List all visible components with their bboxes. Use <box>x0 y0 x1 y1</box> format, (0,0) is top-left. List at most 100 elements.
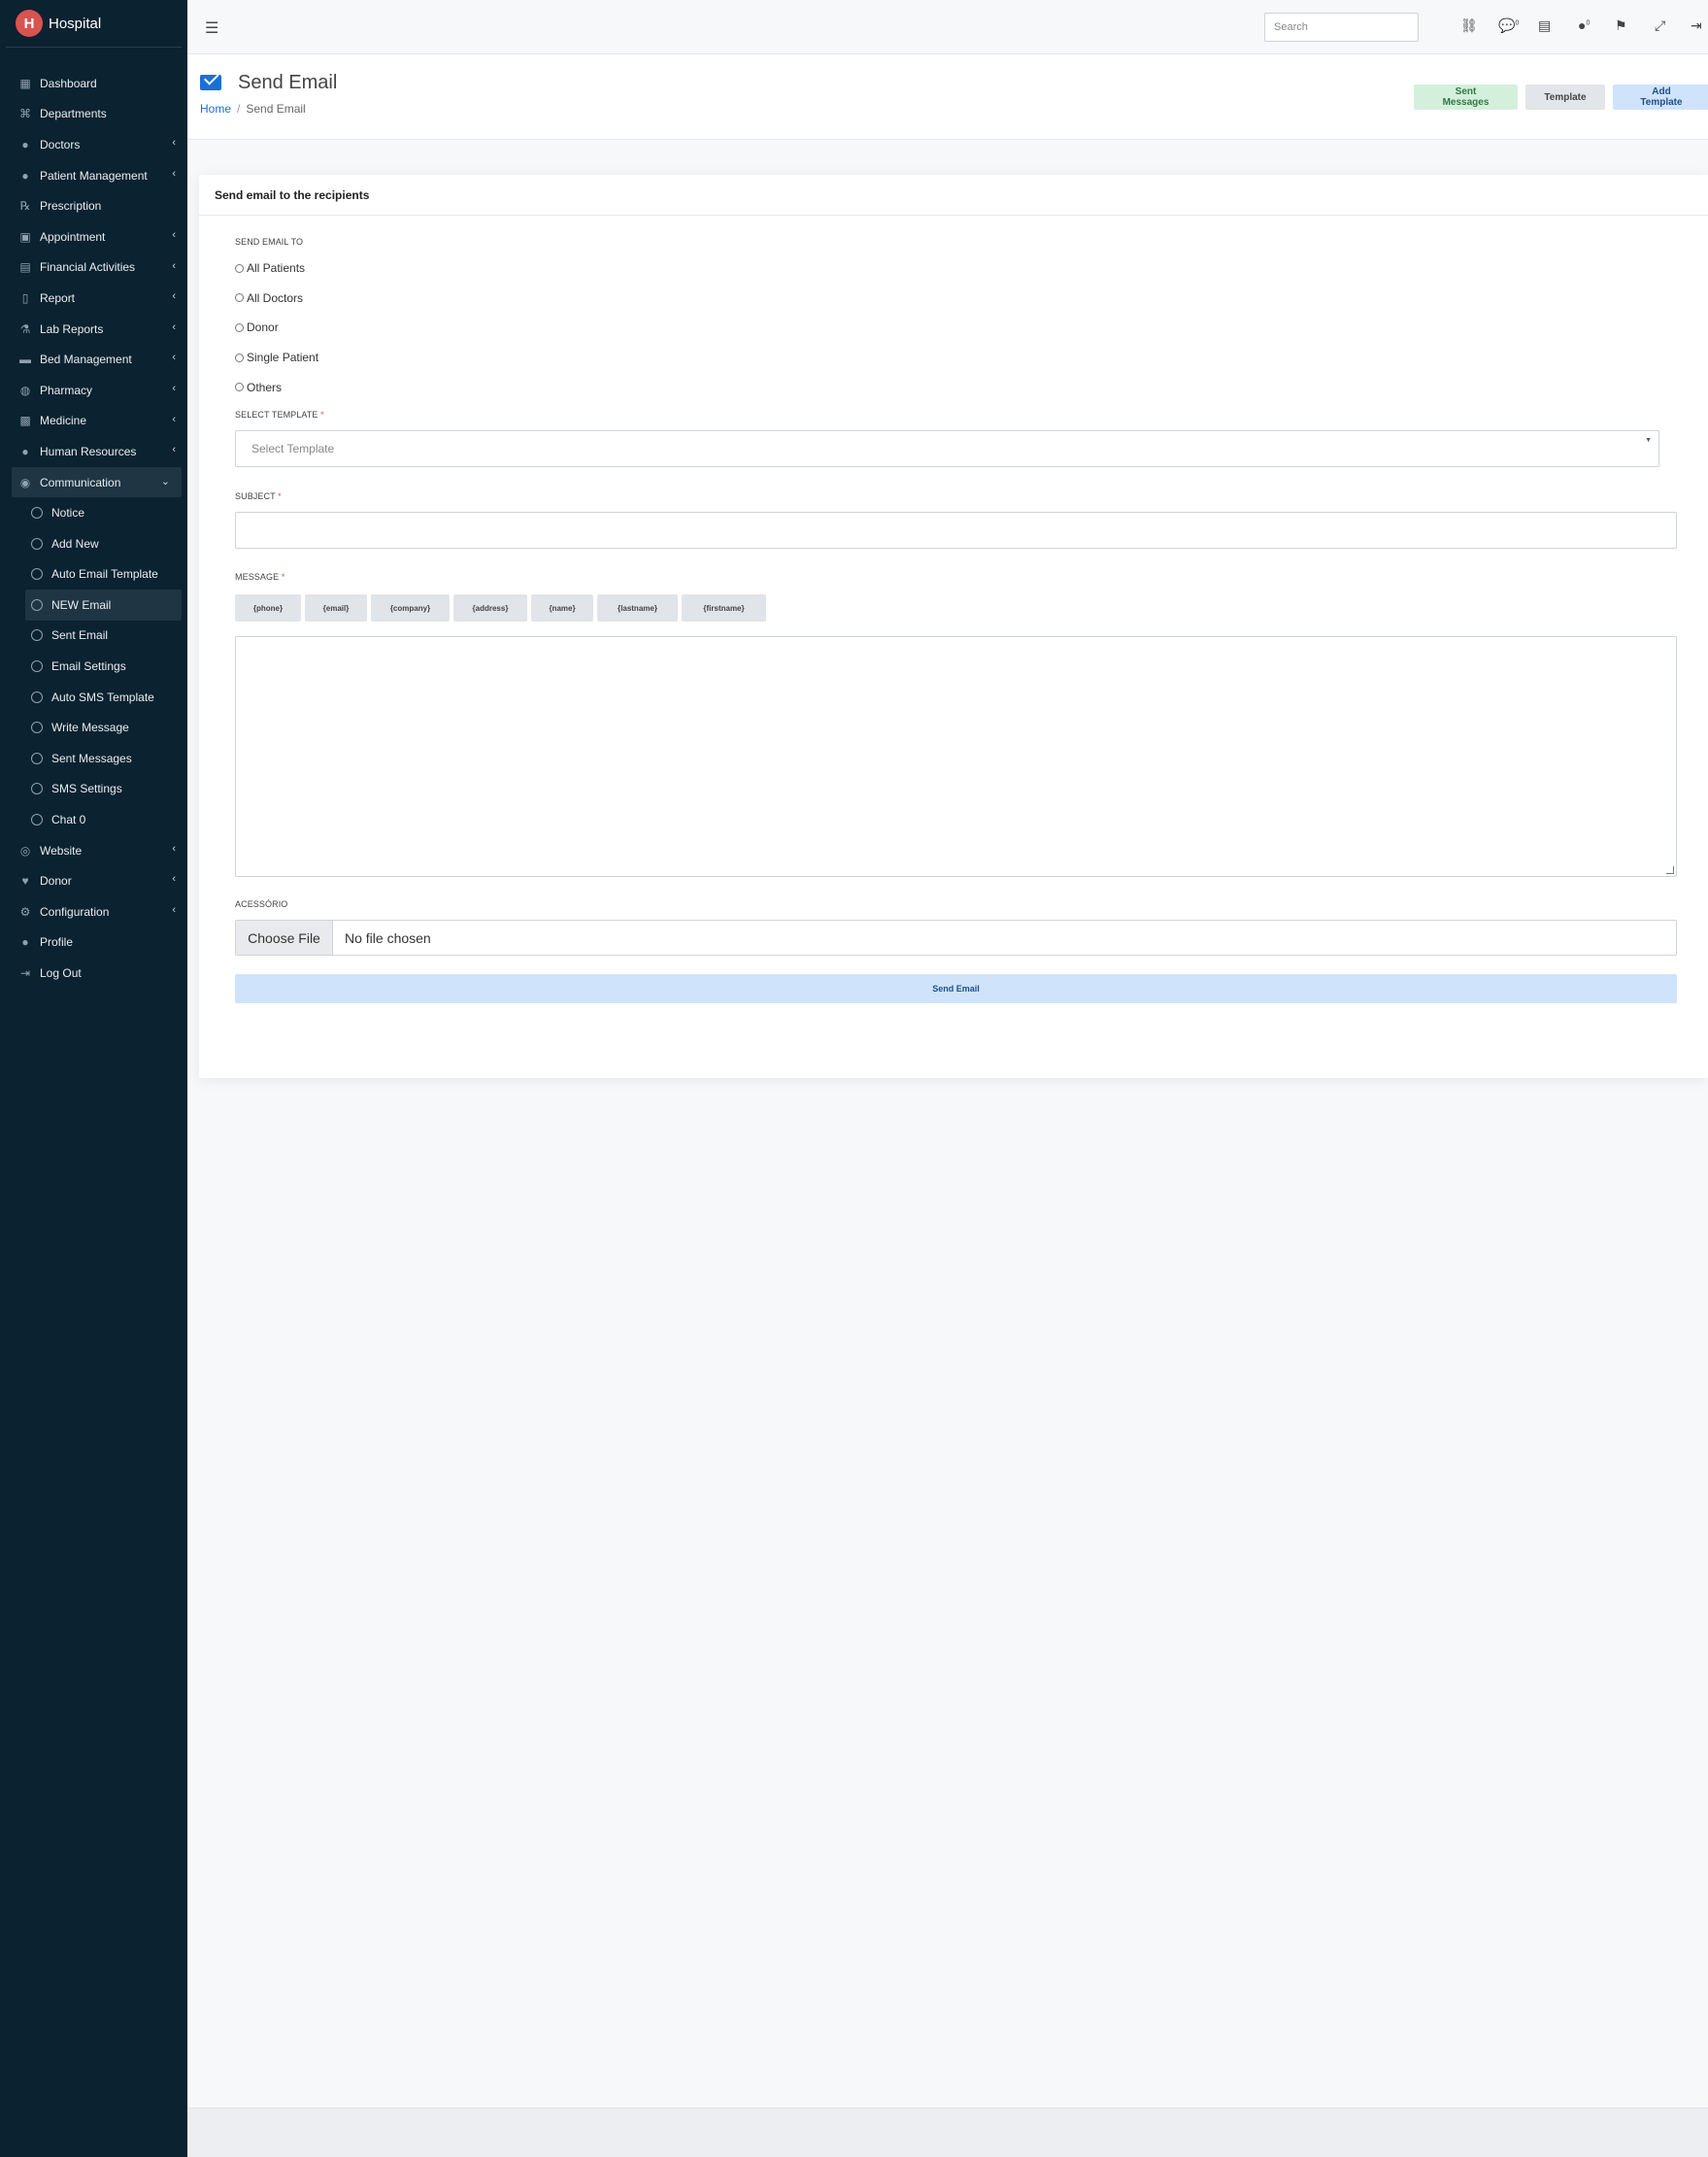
breadcrumb-home-link[interactable]: Home <box>200 102 231 116</box>
sidebar-item-doctors[interactable]: ● Doctors ‹ <box>0 129 187 160</box>
radio-button[interactable] <box>235 322 244 332</box>
placeholder-tag-button[interactable]: {phone} <box>235 594 301 622</box>
sidebar-subitem-add-new[interactable]: Add New <box>0 528 187 559</box>
sign-out-icon[interactable]: ⇥ <box>1691 17 1702 34</box>
circle-icon <box>31 568 43 581</box>
circle-icon <box>31 752 43 764</box>
sent-messages-button[interactable]: Sent Messages <box>1414 84 1518 110</box>
sidebar-item-donor[interactable]: ♥ Donor ‹ <box>0 865 187 896</box>
recipient-radio-others[interactable]: Others <box>235 381 282 394</box>
placeholder-tag-button[interactable]: {lastname} <box>597 594 678 622</box>
sidebar-item-patient-management[interactable]: ● Patient Management ‹ <box>0 160 187 191</box>
radio-button[interactable] <box>235 353 244 362</box>
sidebar-subitem-label: NEW Email <box>51 597 112 612</box>
breadcrumb-current: Send Email <box>246 102 306 116</box>
sidebar-subitem-notice[interactable]: Notice <box>0 497 187 528</box>
sidebar-item-label: Log Out <box>40 966 82 981</box>
sidebar-subitem-label: Notice <box>51 506 85 521</box>
radio-button[interactable] <box>235 383 244 392</box>
payment-icon[interactable]: ▤ <box>1538 17 1551 34</box>
placeholder-tag-button[interactable]: {firstname} <box>682 594 766 622</box>
radio-button[interactable] <box>235 293 244 303</box>
subject-label: SUBJECT * <box>235 491 282 501</box>
attachment-file-input[interactable]: Choose File No file chosen <box>235 920 1677 956</box>
sidebar-item-label: Report <box>40 290 76 305</box>
sidebar-item-label: Appointment <box>40 229 106 244</box>
placeholder-tag-button[interactable]: {email} <box>305 594 367 622</box>
sidebar-subitem-label: Write Message <box>51 721 129 735</box>
placeholder-tag-button[interactable]: {address} <box>453 594 527 622</box>
file-status: No file chosen <box>345 929 431 946</box>
placeholder-tag-button[interactable]: {name} <box>531 594 593 622</box>
link-icon[interactable]: ⛓ <box>1460 17 1478 34</box>
sidebar-item-lab-reports[interactable]: ⚗ Lab Reports ‹ <box>0 314 187 345</box>
sidebar-item-prescription[interactable]: ℞ Prescription <box>0 190 187 221</box>
choose-file-button[interactable]: Choose File <box>236 921 333 955</box>
template-select-value: Select Template <box>251 442 335 455</box>
select-template-label: SELECT TEMPLATE * <box>235 410 324 420</box>
globe-icon: ◎ <box>19 843 31 858</box>
sidebar-subitem-new-email[interactable]: NEW Email <box>25 590 182 621</box>
chevron-left-icon: ‹ <box>172 382 176 394</box>
sidebar-subitem-sent-messages[interactable]: Sent Messages <box>0 743 187 774</box>
user-md-icon: ● <box>21 137 29 152</box>
circle-icon <box>31 783 43 795</box>
user-icon: ● <box>21 935 29 950</box>
radio-label: All Doctors <box>247 290 304 305</box>
send-email-button[interactable]: Send Email <box>235 974 1677 1003</box>
required-mark: * <box>320 410 324 420</box>
sidebar: H Hospital ▦ Dashboard ⌘ Departments ● Doctor… <box>0 0 187 2157</box>
sidebar-item-pharmacy[interactable]: ◍ Pharmacy ‹ <box>0 375 187 406</box>
recipient-radio-all-doctors[interactable]: All Doctors <box>235 291 303 305</box>
sidebar-item-profile[interactable]: ● Profile <box>0 927 187 959</box>
sidebar-subitem-email-settings[interactable]: Email Settings <box>0 651 187 682</box>
template-button[interactable]: Template <box>1525 84 1605 110</box>
sidebar-item-communication[interactable]: ◉ Communication ⌄ <box>12 466 182 498</box>
resize-handle-icon[interactable] <box>1666 866 1674 874</box>
sidebar-subitem-sms-settings[interactable]: SMS Settings <box>0 774 187 805</box>
message-textarea[interactable] <box>235 636 1677 877</box>
sidebar-item-medicine[interactable]: ▩ Medicine ‹ <box>0 406 187 437</box>
sidebar-item-log-out[interactable]: ⇥ Log Out <box>0 958 187 989</box>
subject-input[interactable] <box>235 512 1677 549</box>
sidebar-subitem-auto-sms-template[interactable]: Auto SMS Template <box>0 682 187 713</box>
sidebar-subitem-chat-0[interactable]: Chat 0 <box>0 804 187 835</box>
search-input[interactable] <box>1264 13 1419 42</box>
users-icon: ● <box>21 444 29 458</box>
placeholder-tag-button[interactable]: {company} <box>371 594 450 622</box>
recipient-radio-all-patients[interactable]: All Patients <box>235 261 305 275</box>
sidebar-item-configuration[interactable]: ⚙ Configuration ‹ <box>0 896 187 927</box>
sidebar-nav: ▦ Dashboard ⌘ Departments ● Doctors ‹ ● Patient … <box>0 68 187 989</box>
sidebar-item-appointment[interactable]: ▣ Appointment ‹ <box>0 221 187 253</box>
brand[interactable]: H Hospital <box>6 0 182 48</box>
sidebar-item-bed-management[interactable]: ▬ Bed Management ‹ <box>0 344 187 375</box>
hamburger-menu-icon[interactable]: ☰ <box>205 18 218 38</box>
user-badge-icon[interactable]: ●0 <box>1578 17 1590 33</box>
circle-icon <box>31 629 43 642</box>
expand-icon[interactable]: ⤢ <box>1655 17 1665 34</box>
chevron-left-icon: ‹ <box>172 167 176 180</box>
sidebar-item-label: Human Resources <box>40 444 137 458</box>
sidebar-subitem-sent-email[interactable]: Sent Email <box>0 621 187 652</box>
notification-badge: 0 <box>1586 19 1591 27</box>
sidebar-item-dashboard[interactable]: ▦ Dashboard <box>0 68 187 99</box>
circle-icon <box>31 537 43 550</box>
sidebar-item-financial-activities[interactable]: ▤ Financial Activities ‹ <box>0 253 187 284</box>
sidebar-item-website[interactable]: ◎ Website ‹ <box>0 835 187 866</box>
flask-icon: ⚗ <box>19 321 31 336</box>
sidebar-subitem-write-message[interactable]: Write Message <box>0 712 187 743</box>
chevron-left-icon: ‹ <box>172 873 176 886</box>
recipient-radio-donor[interactable]: Donor <box>235 320 279 334</box>
radio-label: Others <box>247 380 283 394</box>
radio-button[interactable] <box>235 263 244 273</box>
comments-icon[interactable]: 💬0 <box>1498 17 1519 34</box>
sidebar-item-human-resources[interactable]: ● Human Resources ‹ <box>0 436 187 467</box>
add-template-button[interactable]: Add Template <box>1613 84 1708 110</box>
sidebar-subitem-auto-email-template[interactable]: Auto Email Template <box>0 559 187 590</box>
template-select[interactable]: Select Template ▼ <box>235 430 1659 467</box>
recipient-radio-single-patient[interactable]: Single Patient <box>235 351 318 364</box>
sidebar-item-departments[interactable]: ⌘ Departments <box>0 99 187 130</box>
us-flag-icon[interactable]: ⚑ <box>1615 17 1627 34</box>
sidebar-item-report[interactable]: ▯ Report ‹ <box>0 283 187 314</box>
sidebar-item-label: Pharmacy <box>40 383 93 397</box>
